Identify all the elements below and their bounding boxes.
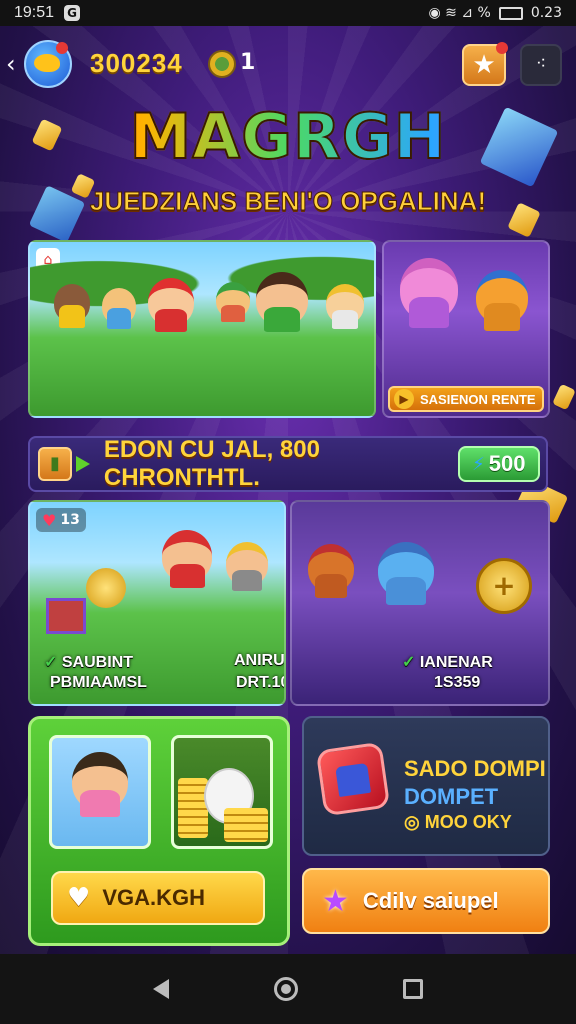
- favorites-button[interactable]: ★: [462, 42, 508, 86]
- check-icon: ✓: [44, 654, 58, 671]
- menu-button[interactable]: ⁖: [520, 44, 562, 86]
- collect-button-label: Cdilv saiupel: [362, 888, 499, 913]
- heart-icon: ♥: [42, 510, 57, 530]
- daily-panel: ♥ VGA.KGH: [28, 716, 290, 946]
- bottle-icon: ▮: [38, 447, 72, 481]
- card-label-b-line2: DRT.1057.87: [236, 674, 284, 691]
- blue-robot-character: [378, 542, 434, 605]
- game-title: MAGRGH: [0, 99, 576, 174]
- check-icon: ✓: [402, 654, 416, 671]
- card-tag-label: SASIENON RENTE: [420, 391, 536, 407]
- card-label-a-line2: PBMIAAMSL: [50, 674, 147, 691]
- card-label-line2: 1S359: [434, 674, 481, 691]
- orange-monster-character: [476, 270, 528, 331]
- card-label-line1: IANENAR: [419, 654, 493, 671]
- heart-icon: ♥: [67, 883, 91, 913]
- nav-back-icon[interactable]: [152, 979, 169, 999]
- offer-line2: DOMPET: [404, 784, 499, 809]
- pink-monster-character: [400, 258, 458, 328]
- player-avatar[interactable]: [24, 40, 72, 88]
- reward-value: 500: [488, 451, 526, 476]
- card-label-a: ✓ SAUBINT: [44, 652, 133, 672]
- cartoon-girl-character: [72, 752, 128, 817]
- lightning-icon: ⚡: [472, 453, 485, 475]
- gold-coin-icon: +: [476, 558, 532, 614]
- game-screen: ‹ 300234 1 ★ ⁖ MAGRGH JUEDZIANS BENI'O O…: [0, 26, 576, 954]
- notification-dot: [496, 42, 508, 54]
- purple-star-icon: ★: [322, 883, 349, 919]
- reward-button[interactable]: ⚡ 500: [457, 446, 541, 482]
- bird-icon: [34, 54, 60, 72]
- back-chevron-icon[interactable]: ‹: [6, 50, 26, 78]
- coin-stack-icon: [224, 808, 268, 842]
- offer-line3: MOO OKY: [424, 812, 512, 832]
- coins-thumbnail[interactable]: [171, 735, 273, 849]
- offer-panel[interactable]: SADO DOMPI DOMPET ◎ MOO OKY: [302, 716, 550, 856]
- gold-gem-icon: [552, 383, 576, 411]
- cartoon-kid-character: [216, 282, 250, 323]
- game-subtitle: JUEDZIANS BENI'O OPGALINA!: [89, 186, 487, 217]
- more-dots-icon: ⁖: [535, 53, 547, 74]
- nav-recents-icon[interactable]: [403, 979, 424, 999]
- coin-stack-icon: [178, 778, 208, 838]
- cartoon-kid-character: [326, 284, 364, 329]
- cartoon-kid-character: [148, 278, 194, 332]
- coin-icon: ◎: [404, 812, 420, 832]
- notification-dot: [56, 42, 68, 54]
- battery-icon: [498, 6, 523, 20]
- gift-box-icon: [46, 598, 86, 634]
- status-icons: ◉ ≋ ⊿ % 0.23: [428, 5, 562, 21]
- card-label-b-line1: ANIRUAB8IR: [234, 652, 285, 669]
- featured-card-kids[interactable]: ⌂: [28, 240, 376, 418]
- cartoon-kid-character: [102, 288, 136, 330]
- offer-line3-row: ◎ MOO OKY: [404, 812, 512, 833]
- nav-home-icon[interactable]: [273, 977, 298, 1001]
- game-card-robots[interactable]: + ✓ IANENAR 1S359: [290, 500, 550, 706]
- status-bar: 19:51 G ◉ ≋ ⊿ % 0.23: [0, 0, 576, 26]
- card-tag: ▶ SASIENON RENTE: [388, 386, 544, 412]
- battery-level: 0.23: [530, 5, 562, 21]
- play-arrow-icon: ▶: [394, 389, 414, 409]
- timer-icon: [208, 50, 236, 78]
- cartoon-kid-character: [54, 284, 90, 328]
- likes-badge: ♥ 13: [36, 508, 86, 532]
- ruby-gem-icon: [315, 741, 391, 817]
- coin-balance: 300234: [90, 48, 183, 78]
- game-card-coins[interactable]: ♥ 13 ✓ SAUBINT PBMIAAMSL ANIRUAB8IR DRT.…: [28, 500, 286, 706]
- cartoon-kid-character: [162, 530, 212, 588]
- wifi-signal-icon: ◉ ≋ ⊿ %: [428, 5, 491, 21]
- cartoon-kid-character: [226, 542, 268, 592]
- gem-face: [335, 762, 372, 798]
- collect-button[interactable]: ★ Cdilv saiupel: [302, 868, 550, 934]
- status-time: 19:51: [14, 4, 55, 21]
- star-icon: ★: [472, 50, 496, 80]
- card-label-a-line1: SAUBINT: [61, 654, 133, 671]
- coin-pile-icon: [86, 568, 126, 608]
- cartoon-kid-character: [256, 272, 308, 333]
- system-nav-bar: [0, 954, 576, 1024]
- event-info-bar[interactable]: ▮ EDON CU JAL, 800 CHRONTHTL. ⚡ 500: [28, 436, 548, 492]
- timer-count: 1: [240, 50, 256, 75]
- featured-card-monsters[interactable]: ▶ SASIENON RENTE: [382, 240, 550, 418]
- character-thumbnail[interactable]: [49, 735, 151, 849]
- orange-character: [308, 544, 354, 598]
- offer-line1: SADO DOMPI: [404, 756, 546, 781]
- likes-count: 13: [60, 512, 80, 528]
- event-message: EDON CU JAL, 800 CHRONTHTL.: [103, 436, 320, 491]
- card-label: ✓ IANENAR: [402, 652, 493, 672]
- claim-button[interactable]: ♥ VGA.KGH: [51, 871, 265, 925]
- top-bar: ‹ 300234 1 ★ ⁖: [0, 36, 576, 92]
- claim-button-label: VGA.KGH: [102, 885, 205, 910]
- arrow-right-icon: [75, 456, 90, 472]
- app-notification-icon: G: [64, 5, 81, 21]
